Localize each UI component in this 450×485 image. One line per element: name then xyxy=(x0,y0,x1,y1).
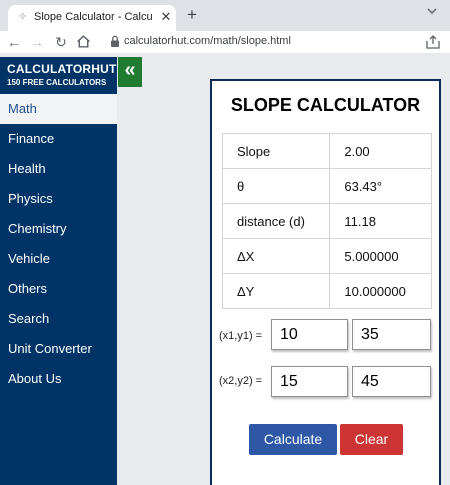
result-label: θ xyxy=(221,168,331,204)
close-icon[interactable]: ✕ xyxy=(159,9,173,25)
y2-input[interactable] xyxy=(352,366,431,397)
result-label: Slope xyxy=(221,133,331,169)
calculate-button[interactable]: Calculate xyxy=(249,424,337,455)
sidebar-item-search[interactable]: Search xyxy=(0,304,117,334)
result-value: 10.000000 xyxy=(329,273,432,309)
sidebar-item-physics[interactable]: Physics xyxy=(0,184,117,214)
sidebar-item-health[interactable]: Health xyxy=(0,154,117,184)
chevron-down-icon[interactable] xyxy=(424,3,440,19)
favicon-icon: ✧ xyxy=(18,11,28,23)
browser-tab[interactable]: ✧ Slope Calculator - Calculate Slope ✕ xyxy=(8,5,176,31)
lock-icon[interactable] xyxy=(110,35,120,48)
double-chevron-left-icon[interactable]: « xyxy=(118,57,142,87)
result-value: 2.00 xyxy=(329,133,432,169)
tab-title: Slope Calculator - Calculate Slope xyxy=(34,11,152,23)
x1-input[interactable] xyxy=(271,319,348,350)
table-row: ΔY 10.000000 xyxy=(221,273,432,309)
sidebar-item-unit-converter[interactable]: Unit Converter xyxy=(0,334,117,364)
point2-label: (x2,y2) = xyxy=(219,375,263,387)
sidebar-menu: Finance Health Physics Chemistry Vehicle… xyxy=(0,124,117,485)
page-title: SLOPE CALCULATOR xyxy=(230,95,421,115)
result-value: 11.18 xyxy=(329,203,432,239)
share-icon[interactable] xyxy=(424,33,442,51)
address-bar[interactable]: calculatorhut.com/math/slope.html xyxy=(124,35,291,47)
browser-toolbar: ← → ↻ calculatorhut.com/math/slope.html xyxy=(0,31,450,53)
brand-subtitle: 150 FREE CALCULATORS xyxy=(7,78,107,87)
sidebar-item-about-us[interactable]: About Us xyxy=(0,364,117,394)
point1-label: (x1,y1) = xyxy=(219,330,263,342)
forward-arrow-icon[interactable]: → xyxy=(27,32,47,52)
result-value: 63.43° xyxy=(329,168,432,204)
home-icon[interactable] xyxy=(75,33,92,50)
y1-input[interactable] xyxy=(352,319,431,350)
result-label: distance (d) xyxy=(221,203,331,239)
plus-icon[interactable]: + xyxy=(182,5,202,25)
sidebar-item-finance[interactable]: Finance xyxy=(0,124,117,154)
table-row: θ 63.43° xyxy=(221,168,432,204)
tab-strip: ✧ Slope Calculator - Calculate Slope ✕ + xyxy=(0,0,450,31)
site-logo[interactable]: CALCULATORHUT 150 FREE CALCULATORS xyxy=(0,57,117,94)
brand-name: CALCULATORHUT xyxy=(7,62,117,76)
x2-input[interactable] xyxy=(271,366,348,397)
reload-icon[interactable]: ↻ xyxy=(51,32,71,52)
sidebar-item-others[interactable]: Others xyxy=(0,274,117,304)
clear-button[interactable]: Clear xyxy=(340,424,403,455)
result-label: ΔY xyxy=(221,273,331,309)
result-label: ΔX xyxy=(221,238,331,274)
results-table: Slope 2.00 θ 63.43° distance (d) 11.18 Δ… xyxy=(221,133,432,309)
sidebar-item-math[interactable]: Math xyxy=(0,94,117,124)
result-value: 5.000000 xyxy=(329,238,432,274)
back-arrow-icon[interactable]: ← xyxy=(4,32,24,52)
sidebar-item-chemistry[interactable]: Chemistry xyxy=(0,214,117,244)
page: CALCULATORHUT 150 FREE CALCULATORS « Mat… xyxy=(0,53,450,485)
table-row: ΔX 5.000000 xyxy=(221,238,432,274)
table-row: Slope 2.00 xyxy=(221,133,432,169)
sidebar-item-vehicle[interactable]: Vehicle xyxy=(0,244,117,274)
table-row: distance (d) 11.18 xyxy=(221,203,432,239)
